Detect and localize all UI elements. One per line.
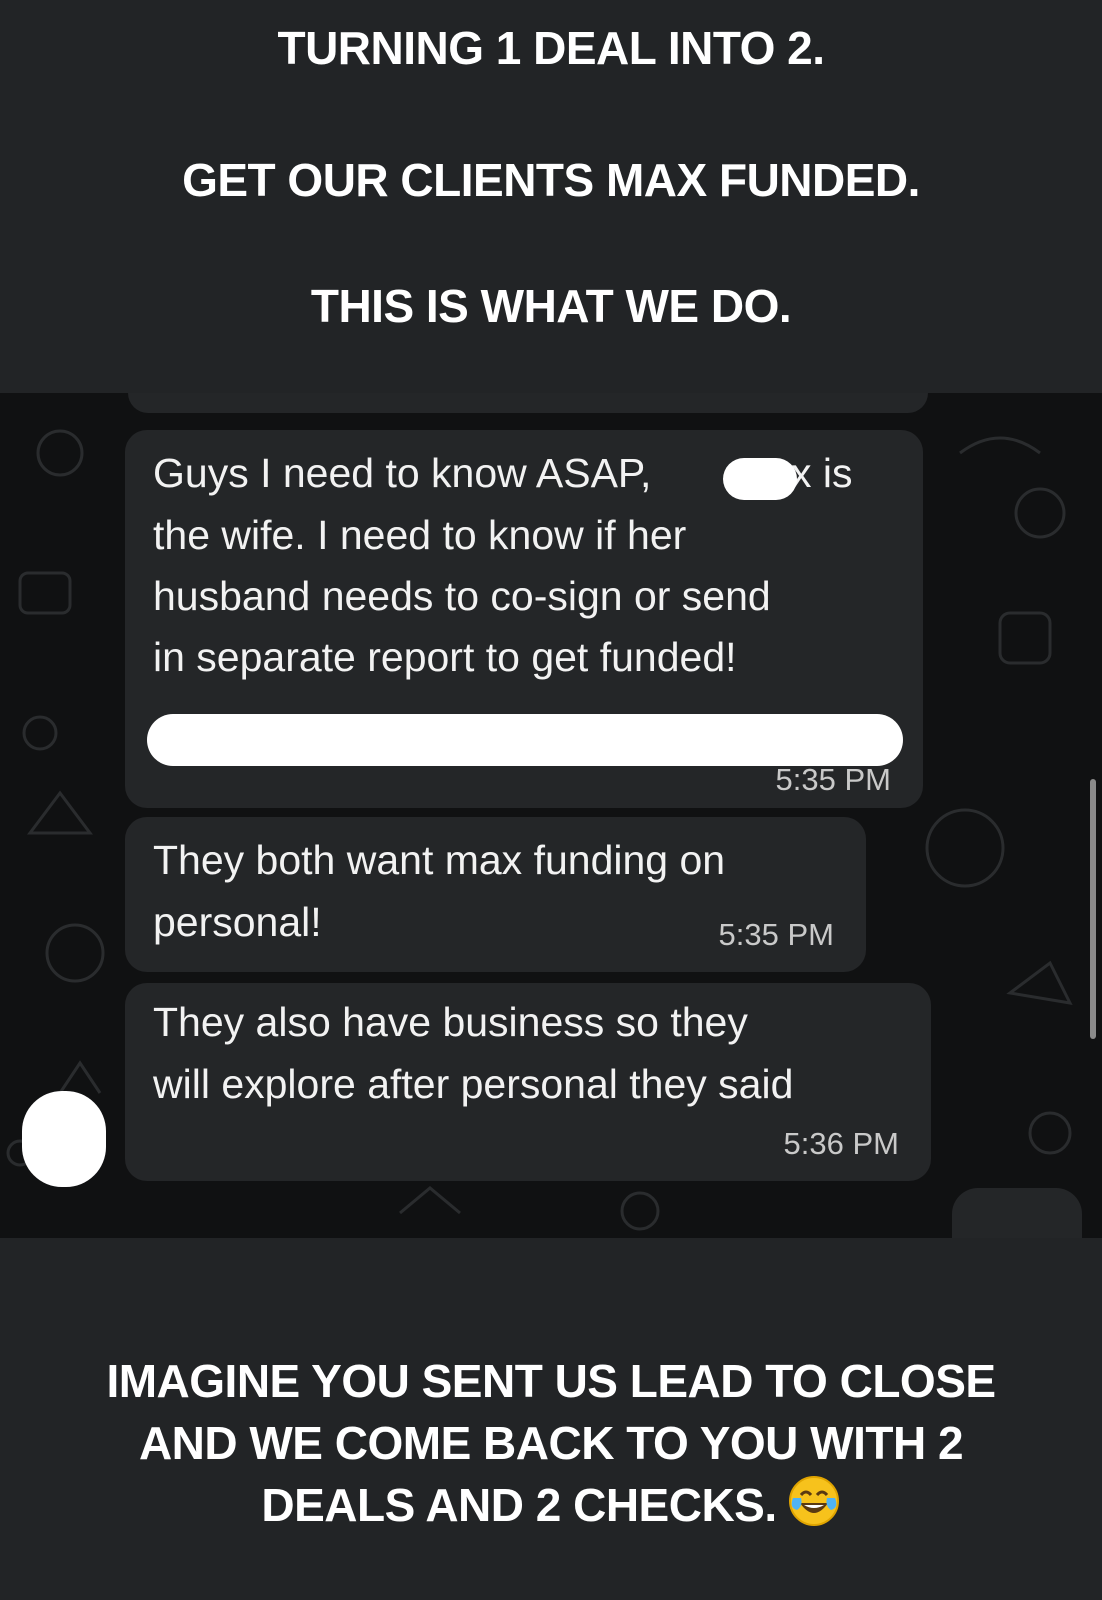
caption-line-1: TURNING 1 DEAL INTO 2. (277, 22, 825, 74)
caption-line-6: DEALS AND 2 CHECKS. (0, 1474, 1102, 1543)
message-1-line-3: husband needs to co-sign or send (153, 573, 771, 619)
message-1-line-1b: x is (791, 450, 853, 496)
caption-line-6-text: DEALS AND 2 CHECKS. (261, 1479, 777, 1531)
scroll-down-button[interactable] (952, 1188, 1082, 1238)
avatar-redaction (22, 1091, 106, 1187)
message-1-time: 5:35 PM (775, 762, 891, 797)
message-bubble-2[interactable]: They both want max funding on personal! … (125, 817, 866, 972)
message-2-time: 5:35 PM (718, 917, 834, 952)
message-3-line-2: will explore after personal they said (153, 1061, 794, 1107)
caption-line-5: AND WE COME BACK TO YOU WITH 2 (138, 1417, 964, 1469)
message-bubble-3[interactable]: They also have business so they will exp… (125, 983, 931, 1181)
message-1-line-2: the wife. I need to know if her (153, 512, 687, 558)
message-1-line-4: in separate report to get funded! (153, 634, 737, 680)
chat-area[interactable]: Guys I need to know ASAP, x is the wife.… (0, 393, 1102, 1238)
face-with-tears-of-joy-icon (787, 1474, 841, 1543)
caption-line-3: THIS IS WHAT WE DO. (310, 280, 792, 332)
message-3-line-1: They also have business so they (153, 999, 748, 1045)
message-bubble-1[interactable]: Guys I need to know ASAP, x is the wife.… (125, 430, 923, 808)
message-2-line-2: personal! (153, 899, 322, 945)
bottom-caption: IMAGINE YOU SENT US LEAD TO CLOSE AND WE… (0, 1238, 1102, 1600)
caption-line-2: GET OUR CLIENTS MAX FUNDED. (182, 154, 920, 206)
message-1-line-1a: Guys I need to know ASAP, (153, 450, 652, 496)
caption-line-4: IMAGINE YOU SENT US LEAD TO CLOSE (106, 1355, 996, 1407)
redaction-bar (147, 714, 903, 766)
redaction-name (723, 458, 797, 500)
scrollbar[interactable] (1090, 779, 1096, 1039)
message-3-time: 5:36 PM (783, 1126, 899, 1161)
top-caption: TURNING 1 DEAL INTO 2. GET OUR CLIENTS M… (0, 0, 1102, 393)
prev-message-bubble (128, 393, 928, 413)
message-2-line-1: They both want max funding on (153, 837, 726, 883)
